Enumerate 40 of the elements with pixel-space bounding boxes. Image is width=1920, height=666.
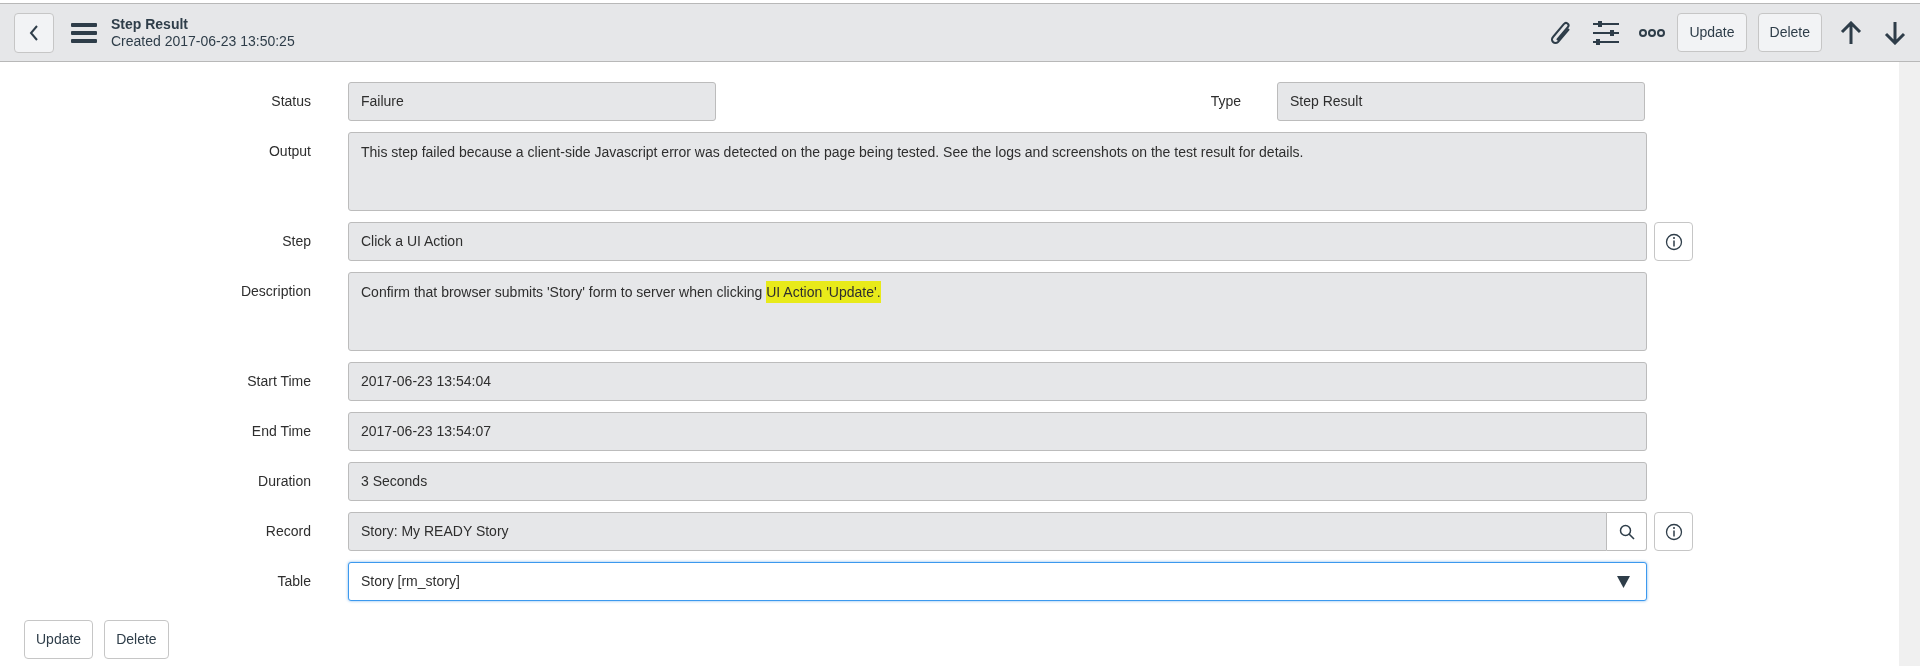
field-label: Start Time [247,372,311,391]
up-arrow-icon[interactable] [1840,20,1862,45]
action-button[interactable]: Update [1677,13,1747,52]
field-label: Step [282,232,311,251]
created-timestamp: Created 2017-06-23 13:50:25 [111,32,295,50]
read-only-field[interactable]: 2017-06-23 13:54:07 [348,412,1647,451]
read-only-field[interactable]: Failure [348,82,716,121]
read-only-field[interactable]: 2017-06-23 13:54:04 [348,362,1647,401]
field-label: Type [1210,92,1241,111]
menu-icon[interactable] [71,22,97,43]
field-label: Record [265,522,311,541]
read-only-field[interactable]: 3 Seconds [348,462,1647,501]
field-label: Status [271,92,311,111]
search-icon [1618,523,1635,540]
info-icon [1664,232,1683,251]
down-arrow-icon[interactable] [1884,20,1906,45]
lookup-button[interactable] [1607,512,1647,551]
info-button[interactable] [1654,512,1693,551]
sliders-icon[interactable] [1593,20,1620,45]
info-button[interactable] [1654,222,1693,261]
read-only-text-area[interactable]: This step failed because a client-side Javascript error was detected on the page being tested. See the logs and screenshots on the test result for details. [348,132,1647,211]
reference-field[interactable]: Story: My READY Story [348,512,1607,551]
more-options-icon[interactable] [1639,28,1666,37]
field-label: Table [277,572,311,591]
info-icon [1664,522,1683,541]
action-button[interactable]: Delete [104,620,169,659]
caret-icon [1617,575,1630,588]
field-label: Description [240,282,311,301]
field-label: End Time [251,422,311,441]
action-button[interactable]: Update [24,620,94,659]
action-button[interactable]: Delete [1757,13,1822,52]
field-label: Duration [258,472,311,491]
read-only-field[interactable]: Click a UI Action [348,222,1647,261]
field-label: Output [268,142,311,161]
read-only-text-area[interactable]: Confirm that browser submits 'Story' form to server when clicking UI Action 'Update'. [348,272,1647,351]
record-title: Step Result [111,15,189,33]
read-only-field[interactable]: Step Result [1277,82,1645,121]
back-icon [29,23,39,42]
table-select[interactable]: Story [rm_story] [348,562,1647,601]
back-button[interactable] [14,12,54,53]
